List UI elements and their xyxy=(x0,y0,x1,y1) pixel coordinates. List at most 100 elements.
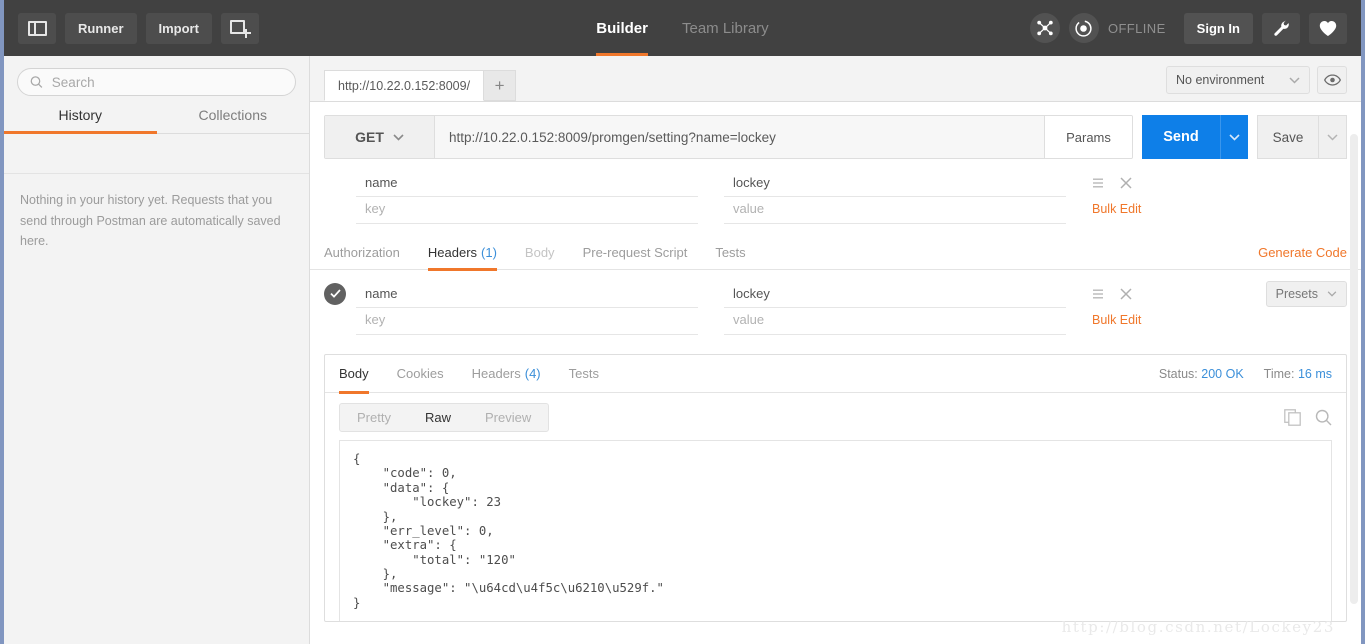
response-tabs: Body Cookies Headers (4) Tests Status: 2… xyxy=(325,355,1346,394)
request-tab[interactable]: http://10.22.0.152:8009/ xyxy=(324,70,485,101)
environment-quick-look-button[interactable] xyxy=(1317,66,1347,94)
send-options-button[interactable] xyxy=(1220,115,1248,159)
tab-body[interactable]: Body xyxy=(525,235,555,270)
runner-button[interactable]: Runner xyxy=(65,12,137,44)
response-body-text: { "code": 0, "data": { "lockey": 23 }, "… xyxy=(353,452,664,610)
chevron-down-icon xyxy=(1289,76,1300,84)
copy-icon[interactable] xyxy=(1284,409,1301,426)
params-bulk-edit-link[interactable]: Bulk Edit xyxy=(1092,202,1212,216)
wrench-icon xyxy=(1273,20,1289,36)
param-key-placeholder[interactable]: key xyxy=(356,195,698,224)
url-input-group: GET Params xyxy=(324,115,1133,159)
response-tab-body[interactable]: Body xyxy=(339,355,369,394)
params-row: name lockey xyxy=(310,167,1361,198)
new-window-button[interactable] xyxy=(220,12,259,44)
list-menu-icon[interactable] xyxy=(1092,177,1104,189)
param-key[interactable]: name xyxy=(356,168,698,197)
header-key-placeholder[interactable]: key xyxy=(356,306,698,335)
response-tab-headers-label: Headers xyxy=(471,366,521,381)
postman-window: Runner Import Builder Team Library OFFLI… xyxy=(0,0,1365,644)
close-icon[interactable] xyxy=(1120,176,1132,189)
param-value[interactable]: lockey xyxy=(724,168,1066,197)
sidebar-toggle-icon xyxy=(27,20,47,36)
search-input[interactable] xyxy=(51,74,283,90)
http-method-value: GET xyxy=(355,129,384,145)
header-row-checkbox[interactable] xyxy=(324,282,346,305)
save-options-button[interactable] xyxy=(1319,115,1347,159)
chevron-down-icon xyxy=(1327,133,1338,141)
tab-pre-request-script[interactable]: Pre-request Script xyxy=(583,235,688,270)
response-body-container[interactable]: { "code": 0, "data": { "lockey": 23 }, "… xyxy=(339,440,1332,622)
param-value-placeholder[interactable]: value xyxy=(724,195,1066,224)
search-icon xyxy=(30,76,43,88)
presets-button[interactable]: Presets xyxy=(1265,280,1347,307)
request-tabbar: http://10.22.0.152:8009/ + No environmen… xyxy=(310,56,1361,102)
header-value[interactable]: lockey xyxy=(724,279,1066,308)
send-save-group: Send Save xyxy=(1142,115,1347,159)
request-section-tabs: Authorization Headers (1) Body Pre-reque… xyxy=(310,235,1361,271)
params-row: key value Bulk Edit xyxy=(310,198,1361,229)
tab-tests[interactable]: Tests xyxy=(715,235,745,270)
vertical-scrollbar[interactable] xyxy=(1350,134,1358,604)
header-row: key value Bulk Edit xyxy=(310,309,1361,340)
status-meta: Status: 200 OK xyxy=(1159,367,1244,381)
response-tab-cookies[interactable]: Cookies xyxy=(397,355,444,393)
response-toolbar: Pretty Raw Preview xyxy=(325,393,1346,440)
url-bar: GET Params Send xyxy=(324,115,1347,159)
sync-button[interactable] xyxy=(1029,13,1060,43)
history-empty-message: Nothing in your history yet. Requests th… xyxy=(20,193,281,249)
heart-icon xyxy=(1319,20,1337,36)
new-window-icon xyxy=(229,20,251,38)
sidebar: History Collections Nothing in your hist… xyxy=(4,56,310,644)
sidebar-toggle-button[interactable] xyxy=(18,12,56,44)
tab-authorization[interactable]: Authorization xyxy=(324,235,400,270)
header-right-group: OFFLINE Sign In xyxy=(1029,12,1347,44)
header-key[interactable]: name xyxy=(356,279,698,308)
save-button[interactable]: Save xyxy=(1257,115,1319,159)
url-input[interactable] xyxy=(435,116,1044,158)
generate-code-link[interactable]: Generate Code xyxy=(1258,245,1347,260)
favorites-button[interactable] xyxy=(1309,12,1347,44)
tab-builder[interactable]: Builder xyxy=(596,0,648,56)
view-mode-pretty[interactable]: Pretty xyxy=(340,404,408,431)
sidebar-tab-collections[interactable]: Collections xyxy=(156,107,309,134)
check-icon xyxy=(329,289,341,298)
view-mode-raw[interactable]: Raw xyxy=(408,404,468,431)
response-meta: Status: 200 OK Time: 16 ms xyxy=(1159,367,1332,381)
header-row: name lockey Presets xyxy=(310,278,1361,309)
circle-dot-icon xyxy=(1075,19,1093,37)
chevron-down-icon xyxy=(1229,133,1240,141)
app-header: Runner Import Builder Team Library OFFLI… xyxy=(4,0,1361,56)
status-label: Status: xyxy=(1158,366,1198,381)
response-tab-headers[interactable]: Headers (4) xyxy=(472,355,541,393)
search-box[interactable] xyxy=(17,68,296,96)
tab-headers-count: (1) xyxy=(481,244,497,260)
http-method-selector[interactable]: GET xyxy=(325,116,435,158)
view-mode-preview[interactable]: Preview xyxy=(468,404,548,431)
params-toggle-button[interactable]: Params xyxy=(1044,116,1132,158)
response-tab-tests[interactable]: Tests xyxy=(569,355,599,393)
chevron-down-icon xyxy=(1327,290,1337,297)
list-menu-icon[interactable] xyxy=(1092,288,1104,300)
time-meta: Time: 16 ms xyxy=(1264,367,1332,381)
add-request-tab-button[interactable]: + xyxy=(484,70,517,101)
close-icon[interactable] xyxy=(1120,287,1132,300)
sign-in-button[interactable]: Sign In xyxy=(1183,12,1253,44)
tab-team-library[interactable]: Team Library xyxy=(682,0,769,56)
response-view-mode-group: Pretty Raw Preview xyxy=(339,403,550,432)
time-label: Time: xyxy=(1263,366,1295,381)
response-tools xyxy=(1284,409,1332,426)
app-body: History Collections Nothing in your hist… xyxy=(4,56,1361,644)
import-button[interactable]: Import xyxy=(145,12,212,44)
presets-label: Presets xyxy=(1275,286,1318,301)
sidebar-search-area xyxy=(4,56,309,96)
environment-selector[interactable]: No environment xyxy=(1166,66,1310,94)
search-icon[interactable] xyxy=(1315,409,1332,426)
header-value-placeholder[interactable]: value xyxy=(724,306,1066,335)
sidebar-tab-history[interactable]: History xyxy=(4,107,157,134)
headers-bulk-edit-link[interactable]: Bulk Edit xyxy=(1092,313,1212,327)
settings-button[interactable] xyxy=(1262,12,1300,44)
connection-status-button[interactable] xyxy=(1068,13,1099,43)
send-button[interactable]: Send xyxy=(1142,115,1220,159)
tab-headers[interactable]: Headers (1) xyxy=(427,235,497,271)
